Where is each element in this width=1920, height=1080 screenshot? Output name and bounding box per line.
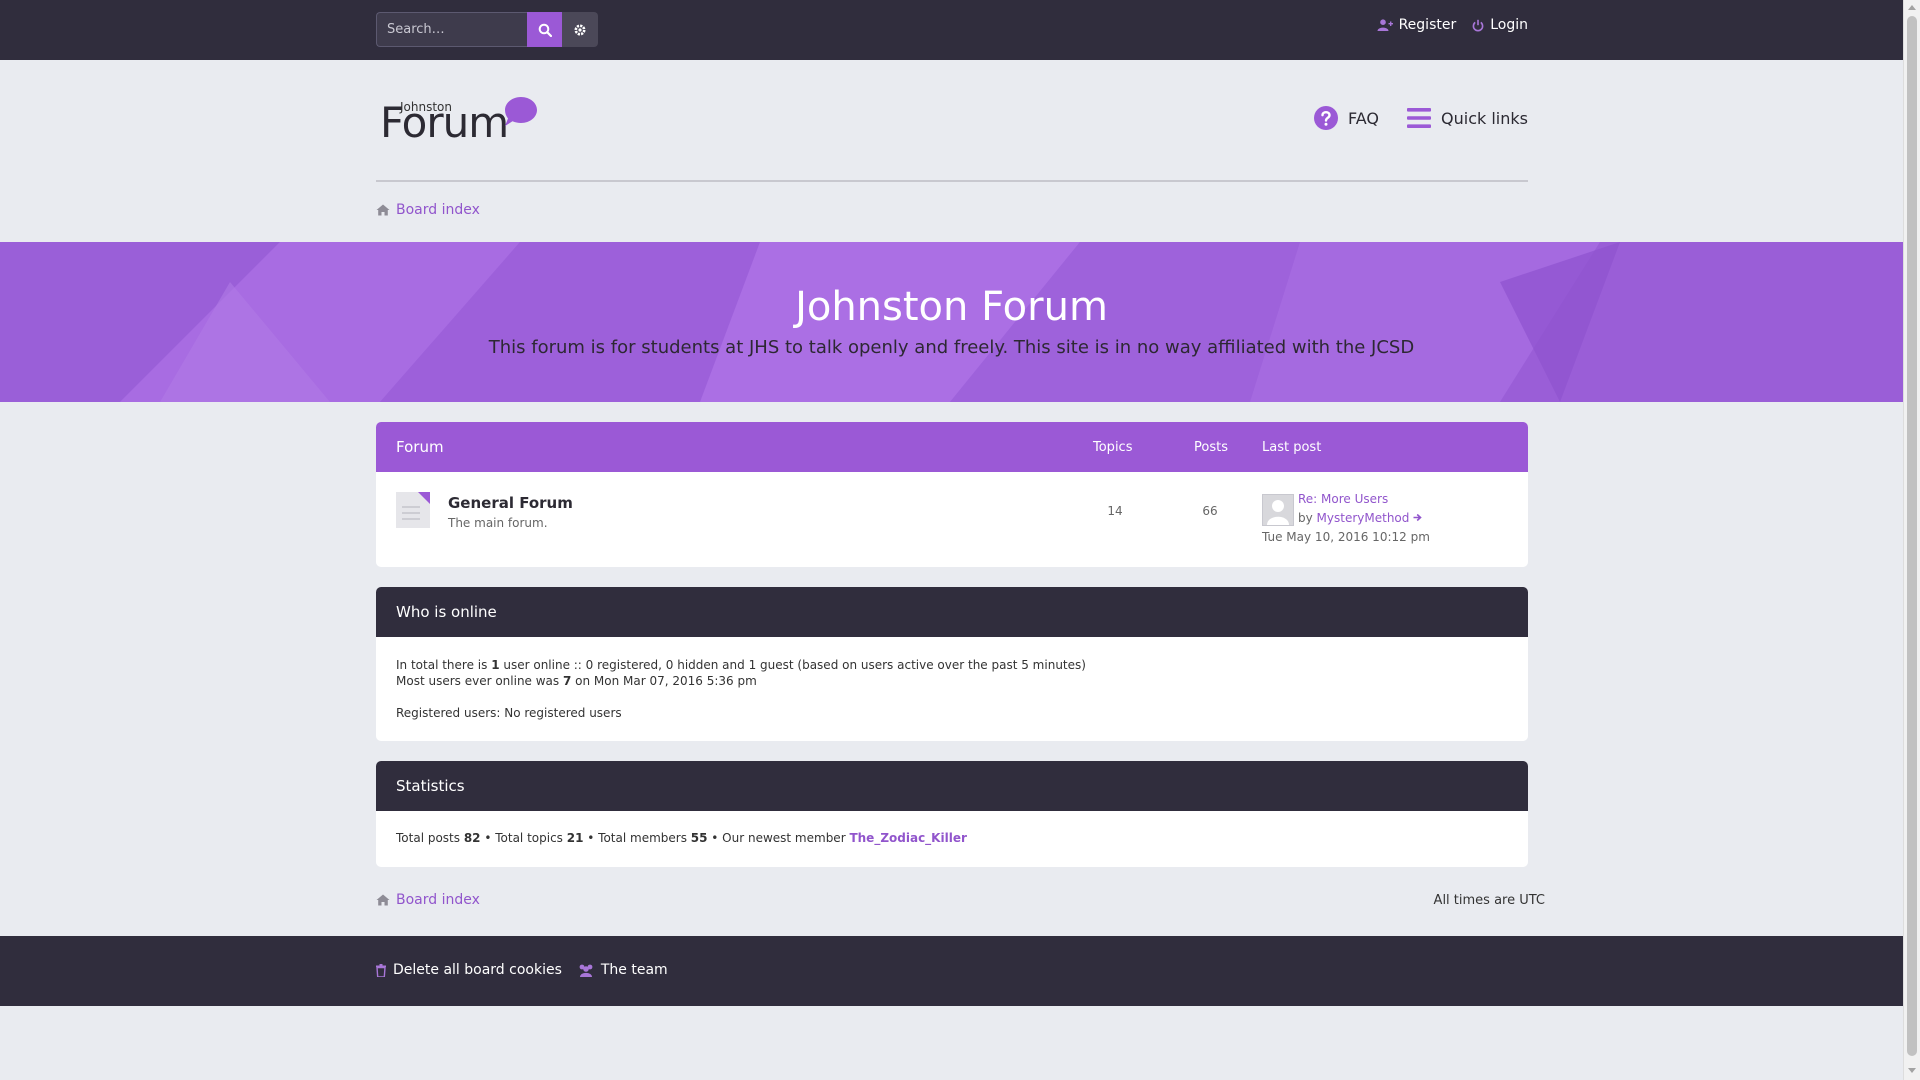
forum-topics-count: 14 [1107,504,1123,518]
statistics-body: Total posts 82 • Total topics 21 • Total… [376,811,1528,865]
total-posts-value: 82 [463,831,481,845]
faq-link[interactable]: FAQ [1314,106,1379,130]
faq-label: FAQ [1348,108,1380,128]
site-description: This forum is for students at JHS to tal… [488,337,1415,358]
top-navbar: Register Login [0,0,1903,60]
users-icon [579,964,593,977]
login-link[interactable]: Login [1472,17,1528,33]
forum-posts-count: 66 [1202,504,1218,518]
add-user-icon [1377,19,1393,31]
who-is-online-header: Who is online [376,587,1528,637]
record-text-a: Most users ever online was [396,674,563,688]
search-box [376,12,598,47]
breadcrumb-label-bottom: Board index [396,892,480,908]
col-forum-header: Forum [396,438,444,456]
delete-cookies-link[interactable]: Delete all board cookies [376,962,562,978]
total-topics-label: • Total topics [480,831,567,845]
forum-row: General Forum The main forum. 14 66 Re: … [376,472,1528,567]
statistics-panel: Statistics Total posts 82 • Total topics… [376,761,1528,867]
last-post-by: by MysteryMethod [1298,511,1422,525]
scroll-down-arrow-icon[interactable] [1908,1068,1916,1073]
online-count: 1 [491,658,500,672]
login-label: Login [1490,17,1528,33]
forum-list-header: Forum Topics Posts Last post [376,422,1528,472]
total-topics-value: 21 [566,831,584,845]
online-text-b: user online :: 0 registered, 0 hidden an… [499,658,1086,672]
search-input[interactable] [376,12,527,47]
forum-read-icon [396,492,430,528]
arrow-right-icon[interactable] [1413,513,1422,522]
speech-bubble-icon [505,97,537,126]
online-record-line: Most users ever online was 7 on Mon Mar … [396,673,1508,689]
col-topics-header: Topics [1093,440,1133,455]
breadcrumb-label: Board index [396,202,480,218]
delete-cookies-label: Delete all board cookies [393,962,562,978]
who-is-online-panel: Who is online In total there is 1 user o… [376,587,1528,741]
footer-links: Delete all board cookies The team [376,962,668,978]
user-links: Register Login [1377,17,1528,33]
total-members-value: 55 [690,831,708,845]
site-title: Johnston Forum [795,284,1108,330]
site-banner: Johnston Forum This forum is for student… [0,242,1903,402]
online-total-line: In total there is 1 user online :: 0 reg… [396,657,1508,673]
last-post-author-link[interactable]: MysteryMethod [1317,511,1410,525]
scroll-up-arrow-icon[interactable] [1908,5,1916,10]
registered-users-line: Registered users: No registered users [396,706,622,720]
logo-text-johnston: Johnston [400,100,452,114]
statistics-title: Statistics [396,777,465,795]
home-icon [376,204,390,216]
last-post-title-link[interactable]: Re: More Users [1298,492,1388,506]
online-text-a: In total there is [396,658,492,672]
newest-member-link[interactable]: The_Zodiac_Killer [849,831,966,845]
breadcrumb-board-index[interactable]: Board index [376,202,480,218]
total-posts-label: Total posts [396,831,464,845]
gear-icon [574,24,586,35]
page-scrollbar[interactable] [1903,0,1920,1080]
col-posts-header: Posts [1194,440,1228,455]
team-link[interactable]: The team [578,962,668,978]
quick-links-menu[interactable]: Quick links [1407,108,1528,128]
forum-title-link[interactable]: General Forum [448,494,573,512]
register-link[interactable]: Register [1377,17,1457,33]
forum-description: The main forum. [448,516,548,530]
trash-icon [376,963,386,977]
site-logo[interactable]: Forum Johnston [378,96,548,146]
forum-list-panel: Forum Topics Posts Last post General For… [376,422,1528,567]
timezone-note: All times are UTC [1433,893,1545,908]
col-last-post-header: Last post [1262,440,1322,455]
total-members-label: • Total members [583,831,691,845]
home-icon [376,894,390,906]
team-label: The team [600,962,668,978]
statistics-header: Statistics [376,761,1528,811]
last-post-avatar[interactable] [1262,494,1294,526]
search-icon [538,23,552,37]
scrollbar-thumb[interactable] [1907,16,1917,1056]
header-divider [376,180,1528,182]
question-circle-icon [1314,106,1339,130]
hamburger-menu-icon [1407,108,1432,128]
breadcrumb-board-index-bottom[interactable]: Board index [376,892,480,908]
last-post-by-prefix: by [1298,511,1313,525]
search-button[interactable] [527,12,562,47]
advanced-search-button[interactable] [562,12,598,47]
quick-links-label: Quick links [1441,108,1528,128]
default-avatar-icon [1267,500,1289,525]
header-nav: FAQ Quick links [1314,106,1528,130]
who-is-online-title: Who is online [396,603,497,621]
site-footer: Delete all board cookies The team [0,936,1903,1006]
record-text-b: on Mon Mar 07, 2016 5:36 pm [571,674,757,688]
register-label: Register [1398,17,1457,33]
who-is-online-body: In total there is 1 user online :: 0 reg… [376,637,1528,741]
last-post-date: Tue May 10, 2016 10:12 pm [1262,530,1430,544]
newest-member-label: • Our newest member [707,831,850,845]
power-icon [1472,19,1484,31]
